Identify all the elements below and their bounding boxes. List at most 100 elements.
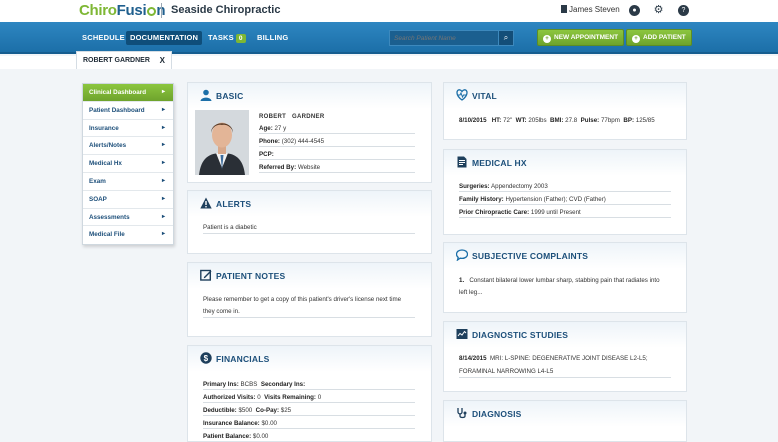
menu-item-alerts-notes[interactable]: Alerts/Notes ▸ (83, 137, 173, 156)
calendar-plus-icon: + (543, 35, 551, 43)
heart-pulse-icon (456, 89, 468, 101)
chevron-right-icon: ▸ (161, 124, 165, 131)
age-value: 27 y (274, 125, 287, 132)
phone-row: Phone: (302) 444-4545 (259, 138, 325, 145)
nav-tasks[interactable]: TASKS 0 (204, 31, 250, 45)
new-appointment-button[interactable]: + NEW APPOINTMENT (537, 29, 625, 46)
divider (459, 377, 671, 378)
brand-divider (161, 3, 162, 18)
svg-text:$: $ (204, 354, 209, 363)
speech-bubble-icon (456, 249, 468, 261)
main-nav: SCHEDULE DOCUMENTATION TASKS0 BILLING ⌕ … (0, 22, 778, 54)
divider (459, 217, 671, 218)
diagnostic-title: DIAGNOSTIC STUDIES (472, 330, 569, 340)
person-icon (200, 89, 212, 101)
menu-item-medical-hx[interactable]: Medical Hx ▸ (83, 155, 173, 173)
nav-schedule[interactable]: SCHEDULE (78, 31, 129, 45)
divider (459, 204, 671, 205)
practice-name: Seaside Chiropractic (171, 4, 281, 16)
divider (203, 415, 415, 416)
stethoscope-icon (457, 408, 467, 419)
diagnostic-line-1: 8/14/2015 MRI: L-SPINE: DEGENERATIVE JOI… (459, 355, 648, 362)
edit-note-icon (200, 269, 212, 281)
diagnostic-line-2: FORAMINAL NARROWING L4-L5 (459, 368, 554, 375)
patient-photo (195, 110, 249, 175)
deductible-row: Deductible: $500 Co-Pay: $25 (203, 407, 292, 414)
chevron-right-icon: ▸ (161, 231, 165, 238)
medical-hx-title: MEDICAL HX (472, 158, 527, 168)
user-name: James Steven (569, 5, 620, 14)
chevron-right-icon: ▸ (161, 213, 165, 220)
phone-value: (302) 444-4545 (281, 138, 325, 145)
divider (259, 159, 415, 160)
dollar-icon: $ (200, 352, 212, 364)
nav-documentation[interactable]: DOCUMENTATION (126, 31, 203, 45)
complaint-line-1: 1. Constant bilateral lower lumbar sharp… (459, 277, 660, 284)
diagnosis-title: DIAGNOSIS (472, 409, 522, 419)
patient-tab-name: ROBERT GARDNER (83, 57, 150, 64)
logo-o-ring-icon (146, 7, 156, 16)
divider (259, 146, 415, 147)
brand-bar: ChiroFusin Seaside Chiropractic James St… (0, 0, 778, 22)
nav-billing[interactable]: BILLING (253, 31, 292, 45)
complaint-line-2: left leg... (459, 289, 483, 296)
menu-item-assessments[interactable]: Assessments ▸ (83, 209, 173, 227)
family-history-row: Family History: Hypertension (Father); C… (459, 196, 606, 203)
chevron-right-icon: ▸ (161, 89, 165, 95)
basic-title: BASIC (216, 91, 244, 101)
vital-card: VITAL (443, 82, 687, 140)
messages-icon[interactable]: ● (629, 5, 640, 16)
help-icon[interactable]: ? (678, 5, 689, 16)
vital-card-header: VITAL (444, 83, 686, 109)
menu-item-patient-dashboard[interactable]: Patient Dashboard ▸ (83, 102, 173, 120)
medical-hx-card-header: MEDICAL HX (444, 150, 686, 176)
patient-tab[interactable]: ROBERT GARDNER X (76, 51, 172, 69)
alert-text: Patient is a diabetic (203, 224, 257, 231)
document-icon (457, 156, 467, 168)
subjective-title: SUBJECTIVE COMPLAINTS (472, 251, 589, 261)
menu-item-clinical-dashboard[interactable]: Clinical Dashboard ▸ (83, 84, 173, 102)
chevron-right-icon: ▸ (161, 177, 165, 184)
note-line-1: Please remember to get a copy of this pa… (203, 296, 402, 303)
chevron-right-icon: ▸ (161, 195, 165, 202)
diagnosis-card-header: DIAGNOSIS (444, 401, 686, 427)
pcp-row: PCP: (259, 151, 274, 158)
patient-notes-card-header: PATIENT NOTES (188, 263, 431, 289)
last-name: GARDNER (292, 114, 325, 120)
menu-item-exam[interactable]: Exam ▸ (83, 173, 173, 191)
new-appointment-label: NEW APPOINTMENT (554, 34, 619, 41)
add-patient-button[interactable]: + ADD PATIENT (626, 29, 692, 46)
primary-ins-value: BCBS (240, 381, 258, 388)
referred-row: Referred By: Website (259, 164, 321, 171)
menu-item-insurance[interactable]: Insurance ▸ (83, 120, 173, 138)
financials-card-header: $ FINANCIALS (188, 346, 431, 372)
age-row: Age: 27 y (259, 125, 287, 132)
chirofusion-logo[interactable]: ChiroFusin (79, 2, 165, 19)
first-name: ROBERT (259, 114, 287, 120)
patient-full-name: ROBERT GARDNER (259, 114, 324, 120)
close-icon[interactable]: X (160, 56, 165, 65)
gear-icon[interactable]: ⚙ (653, 5, 664, 16)
divider (259, 133, 415, 134)
menu-item-medical-file[interactable]: Medical File ▸ (83, 226, 173, 244)
warning-icon (200, 197, 212, 209)
nav-tasks-label: TASKS (208, 33, 234, 42)
patient-search-input[interactable] (389, 30, 499, 46)
patient-balance-row: Patient Balance: $0.00 (203, 433, 269, 440)
search-icon[interactable]: ⌕ (498, 30, 514, 46)
menu-item-soap[interactable]: SOAP ▸ (83, 191, 173, 209)
divider (203, 389, 415, 390)
monitor-chart-icon (456, 329, 468, 339)
divider (459, 191, 671, 192)
divider (203, 233, 415, 234)
chevron-right-icon: ▸ (161, 160, 165, 167)
surgeries-row: Surgeries: Appendectomy 2003 (459, 183, 548, 190)
divider (203, 317, 415, 318)
alerts-card-header: ALERTS (188, 191, 431, 217)
alerts-card: ALERTS (187, 190, 432, 254)
alerts-title: ALERTS (216, 199, 252, 209)
note-line-2: they come in. (203, 308, 240, 315)
tasks-count-badge: 0 (235, 34, 246, 43)
user-menu[interactable]: James Steven (561, 5, 620, 14)
prior-care-row: Prior Chiropractic Care: 1999 until Pres… (459, 209, 581, 216)
